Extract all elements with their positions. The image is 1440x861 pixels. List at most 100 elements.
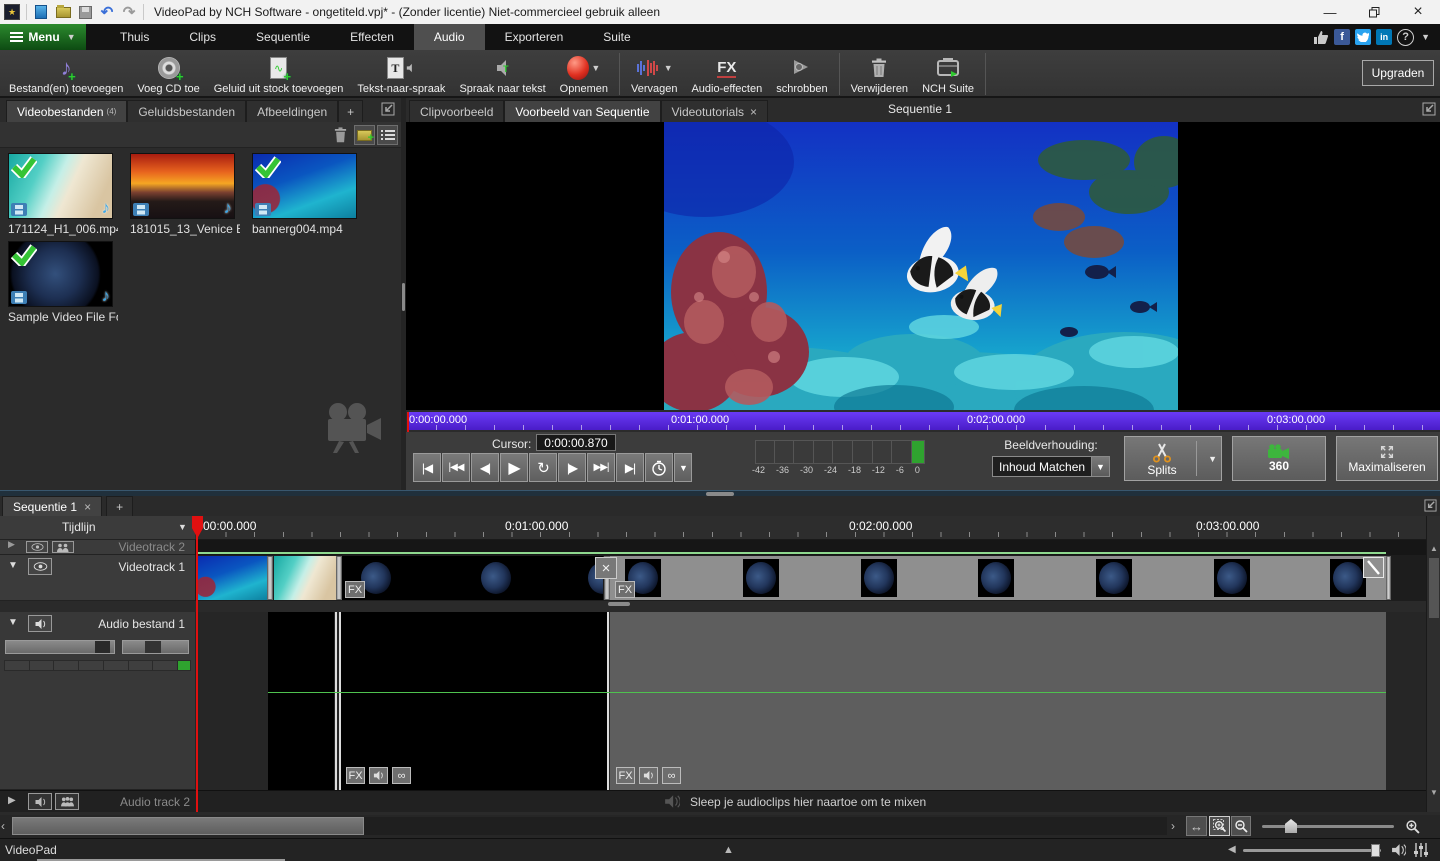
tab-clipvoorbeeld[interactable]: Clipvoorbeeld	[409, 100, 504, 122]
stock-sound-button[interactable]: ∿+ Geluid uit stock toevoegen	[207, 53, 351, 97]
record-button[interactable]: ▼ Opnemen	[553, 53, 615, 97]
playhead-line[interactable]	[196, 518, 198, 812]
expand-track-icon[interactable]: ▶	[8, 540, 15, 550]
close-icon[interactable]: ×	[84, 500, 91, 514]
people-icon[interactable]	[52, 541, 74, 553]
scroll-down-icon[interactable]: ▼	[1430, 788, 1438, 797]
eye-icon[interactable]	[28, 558, 52, 575]
bin-trash-icon[interactable]	[330, 125, 351, 145]
volume-slider-thumb[interactable]	[1371, 844, 1380, 857]
video-clip-earth-2[interactable]	[610, 556, 1386, 600]
collapse-track-icon[interactable]: ▼	[8, 560, 18, 571]
go-to-end-button[interactable]: ▶|	[616, 453, 644, 482]
next-clip-button[interactable]: ▶▶|	[587, 453, 615, 482]
tab-sequentie[interactable]: Sequentie	[236, 24, 330, 50]
step-back-button[interactable]: ◀|	[471, 453, 499, 482]
audio-fx-badge[interactable]: FX	[616, 767, 635, 784]
audiotrack2-row[interactable]: ▶ Audio track 2 Sleep je audioclips hier…	[0, 790, 1426, 812]
text-to-speech-button[interactable]: T Tekst-naar-spraak	[350, 53, 452, 97]
nch-suite-button[interactable]: NCH Suite	[915, 53, 981, 97]
video-clip-earth-1[interactable]	[342, 556, 603, 600]
volume-down-icon[interactable]: ◀	[1228, 844, 1236, 855]
redo-icon[interactable]: ↷	[121, 4, 137, 20]
loop-button[interactable]: ↻	[529, 453, 557, 482]
speaker-icon[interactable]	[28, 793, 52, 810]
scroll-up-icon[interactable]: ▲	[1430, 544, 1438, 553]
hscroll-thumb[interactable]	[12, 817, 364, 835]
clip-trim-handle[interactable]	[267, 556, 273, 600]
splits-chevron-icon[interactable]: ▼	[1208, 454, 1217, 464]
clip-shortcut-icon[interactable]	[33, 4, 49, 20]
videotrack1-header[interactable]: ▼ Videotrack 1	[0, 555, 195, 601]
video-clip-beach[interactable]	[274, 556, 336, 600]
expand-track-icon[interactable]: ▶	[8, 795, 16, 806]
speaker-icon[interactable]	[28, 615, 52, 632]
speech-to-text-button[interactable]: T Spraak naar tekst	[452, 53, 552, 97]
linkedin-icon[interactable]: in	[1376, 29, 1392, 45]
hscroll-track[interactable]	[12, 817, 1167, 835]
tab-voorbeeld-van-sequentie[interactable]: Voorbeeld van Sequentie	[504, 100, 660, 122]
master-speaker-icon[interactable]	[1391, 843, 1406, 857]
close-button[interactable]: ×	[1396, 0, 1440, 24]
go-to-start-button[interactable]: |◀	[413, 453, 441, 482]
aspect-ratio-select[interactable]: Inhoud Matchen ▼	[992, 456, 1110, 477]
clip-fx-badge[interactable]: FX	[615, 581, 635, 598]
audio-fx-badge[interactable]: FX	[346, 767, 365, 784]
restore-button[interactable]	[1352, 0, 1396, 24]
scroll-left-icon[interactable]: ‹	[1, 819, 5, 833]
tab-exporteren[interactable]: Exporteren	[485, 24, 584, 50]
vscroll-thumb[interactable]	[1429, 558, 1439, 618]
undock-icon[interactable]	[1424, 499, 1437, 512]
videotrack2-header[interactable]: ▶ Videotrack 2	[0, 540, 195, 555]
delete-button[interactable]: Verwijderen	[844, 53, 915, 97]
track-pan-slider[interactable]	[122, 640, 189, 654]
help-icon[interactable]: ?	[1397, 29, 1414, 46]
audio-link-badge[interactable]: ∞	[662, 767, 681, 784]
audio-link-badge[interactable]: ∞	[392, 767, 411, 784]
play-button[interactable]: ▶	[500, 453, 528, 482]
seek-playhead[interactable]	[407, 412, 409, 434]
save-icon[interactable]	[77, 4, 93, 20]
zoom-slider[interactable]	[1262, 825, 1394, 828]
facebook-icon[interactable]: f	[1334, 29, 1350, 45]
zoom-slider-thumb[interactable]	[1285, 819, 1297, 833]
tab-add-bin[interactable]: +	[338, 100, 363, 122]
add-files-button[interactable]: ♪+ Bestand(en) toevoegen	[2, 53, 130, 97]
video-thumbnail[interactable]: ♪	[8, 153, 113, 219]
transition-cross-icon[interactable]: ×	[595, 557, 617, 579]
zoom-selection-button[interactable]	[1209, 816, 1230, 836]
previous-clip-button[interactable]: |◀◀	[442, 453, 470, 482]
track-resize-grip[interactable]	[608, 602, 630, 606]
audio-speaker-badge[interactable]	[369, 767, 388, 784]
tab-suite[interactable]: Suite	[583, 24, 650, 50]
video-clip-reef[interactable]	[197, 556, 268, 600]
people-icon[interactable]	[55, 793, 79, 810]
step-forward-button[interactable]: |▶	[558, 453, 586, 482]
new-folder-icon[interactable]: +	[354, 125, 375, 145]
tab-sequence-1[interactable]: Sequentie 1 ×	[2, 496, 102, 516]
tab-thuis[interactable]: Thuis	[100, 24, 169, 50]
play-timer-button[interactable]	[645, 453, 673, 482]
help-chevron-icon[interactable]: ▼	[1421, 32, 1430, 42]
like-icon[interactable]	[1313, 30, 1329, 45]
play-options-chevron[interactable]: ▼	[674, 453, 692, 482]
tab-effecten[interactable]: Effecten	[330, 24, 414, 50]
tab-clips[interactable]: Clips	[169, 24, 236, 50]
sequence-seekbar[interactable]: 0:00:00.000 0:01:00.000 0:02:00.000 0:03…	[407, 412, 1440, 430]
zoom-fit-button[interactable]: ↔	[1186, 816, 1207, 836]
twitter-icon[interactable]	[1355, 29, 1371, 45]
media-item[interactable]: ♪ Sample Video File Fo...	[8, 241, 118, 324]
tab-videobestanden[interactable]: Videobestanden (4)	[6, 100, 127, 122]
chevron-down-icon[interactable]: ▼	[178, 522, 187, 532]
clip-fx-badge[interactable]: FX	[345, 581, 365, 598]
tab-audio[interactable]: Audio	[414, 24, 485, 50]
upgrade-button[interactable]: Upgraden	[1362, 60, 1434, 86]
cursor-time-input[interactable]	[536, 434, 616, 451]
collapse-track-icon[interactable]: ▼	[8, 617, 18, 628]
mixer-icon[interactable]	[1413, 842, 1429, 858]
tab-videotutorials[interactable]: Videotutorials ×	[661, 100, 769, 122]
video-thumbnail[interactable]	[252, 153, 357, 219]
audio-clip-3[interactable]: FX ∞	[610, 612, 1386, 790]
splits-button[interactable]: ▼ Splits	[1124, 436, 1222, 481]
open-folder-icon[interactable]	[55, 4, 71, 20]
